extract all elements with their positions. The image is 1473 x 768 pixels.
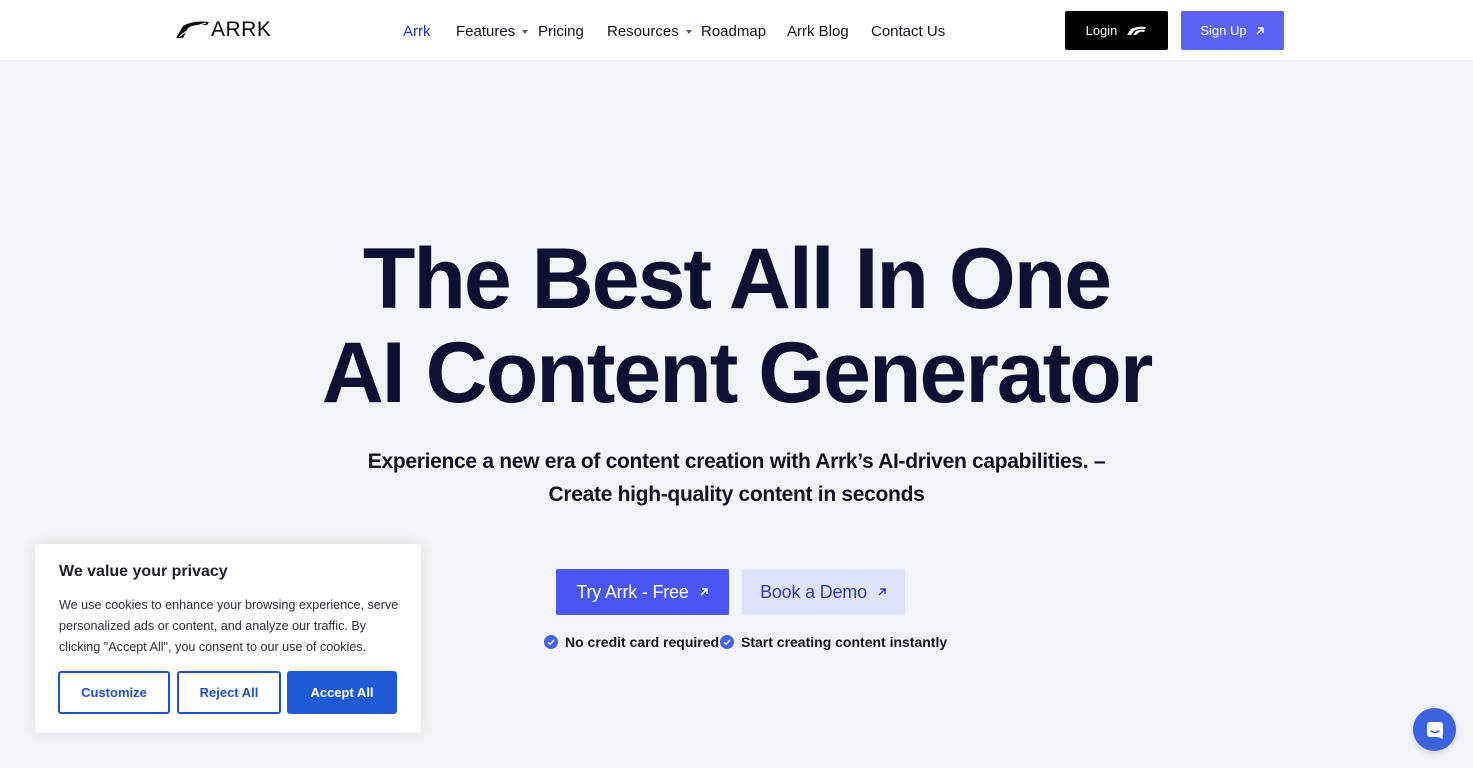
nav-item-label: Pricing (538, 22, 584, 40)
arrow-up-right-icon (1256, 26, 1264, 34)
login-button[interactable]: Login (1065, 11, 1168, 50)
customize-button[interactable]: Customize (58, 671, 170, 714)
chat-launcher-button[interactable] (1413, 708, 1456, 751)
nav-item-contact-us[interactable]: Contact Us (871, 21, 945, 41)
cookie-consent-banner: We value your privacy We use cookies to … (35, 544, 421, 733)
check-circle-icon (720, 635, 734, 649)
nav-item-features[interactable]: Features (456, 21, 529, 41)
nav-item-label: Arrk Blog (787, 22, 849, 40)
perk-start-instantly: Start creating content instantly (720, 633, 947, 651)
caret-down-icon (522, 29, 529, 34)
hero-subtitle-line-2: Create high-quality content in seconds (548, 483, 925, 506)
nav-item-roadmap[interactable]: Roadmap (701, 21, 766, 41)
arrk-logo-mark-icon (176, 21, 209, 38)
arrk-mark-icon (1127, 26, 1147, 35)
login-label: Login (1085, 23, 1118, 38)
hero-subtitle: Experience a new era of content creation… (300, 445, 1173, 511)
site-header: ARRK Arrk Features Pricing Resources Roa… (0, 0, 1473, 61)
perk-no-credit-card: No credit card required (544, 633, 719, 651)
try-arrk-free-label: Try Arrk - Free (576, 581, 689, 602)
caret-down-icon (685, 29, 692, 34)
perk-label: Start creating content instantly (741, 634, 948, 650)
nav-item-pricing[interactable]: Pricing (538, 21, 584, 41)
nav-item-label: Arrk (403, 22, 431, 40)
perk-label: No credit card required (565, 634, 720, 650)
book-a-demo-label: Book a Demo (760, 581, 867, 602)
hero-title-line-1: The Best All In One (362, 231, 1112, 327)
brand-logo[interactable]: ARRK (176, 19, 271, 41)
sign-up-label: Sign Up (1200, 23, 1247, 38)
cookie-title: We value your privacy (59, 563, 228, 580)
hero-title: The Best All In One AI Content Generator (0, 232, 1473, 420)
book-a-demo-button[interactable]: Book a Demo (742, 569, 905, 615)
nav-item-arrk-blog[interactable]: Arrk Blog (787, 21, 849, 41)
reject-all-button[interactable]: Reject All (177, 671, 281, 714)
nav-item-label: Contact Us (871, 22, 946, 40)
arrow-up-right-icon (878, 588, 886, 596)
nav-item-label: Resources (607, 22, 679, 40)
chat-bubble-icon (1426, 721, 1443, 739)
nav-item-label: Features (456, 22, 516, 40)
check-circle-icon (544, 635, 558, 649)
cookie-body: We use cookies to enhance your browsing … (59, 598, 399, 654)
nav-item-resources[interactable]: Resources (607, 21, 692, 41)
nav-item-arrk[interactable]: Arrk (403, 21, 431, 41)
accept-all-button[interactable]: Accept All (287, 671, 397, 714)
sign-up-button[interactable]: Sign Up (1181, 11, 1284, 50)
arrow-up-right-icon (700, 588, 708, 596)
logo-text: ARRK (211, 18, 272, 41)
hero-title-line-2: AI Content Generator (321, 325, 1154, 421)
nav-item-label: Roadmap (701, 22, 767, 40)
try-arrk-free-button[interactable]: Try Arrk - Free (556, 569, 729, 615)
hero-subtitle-line-1: Experience a new era of content creation… (367, 450, 1106, 473)
